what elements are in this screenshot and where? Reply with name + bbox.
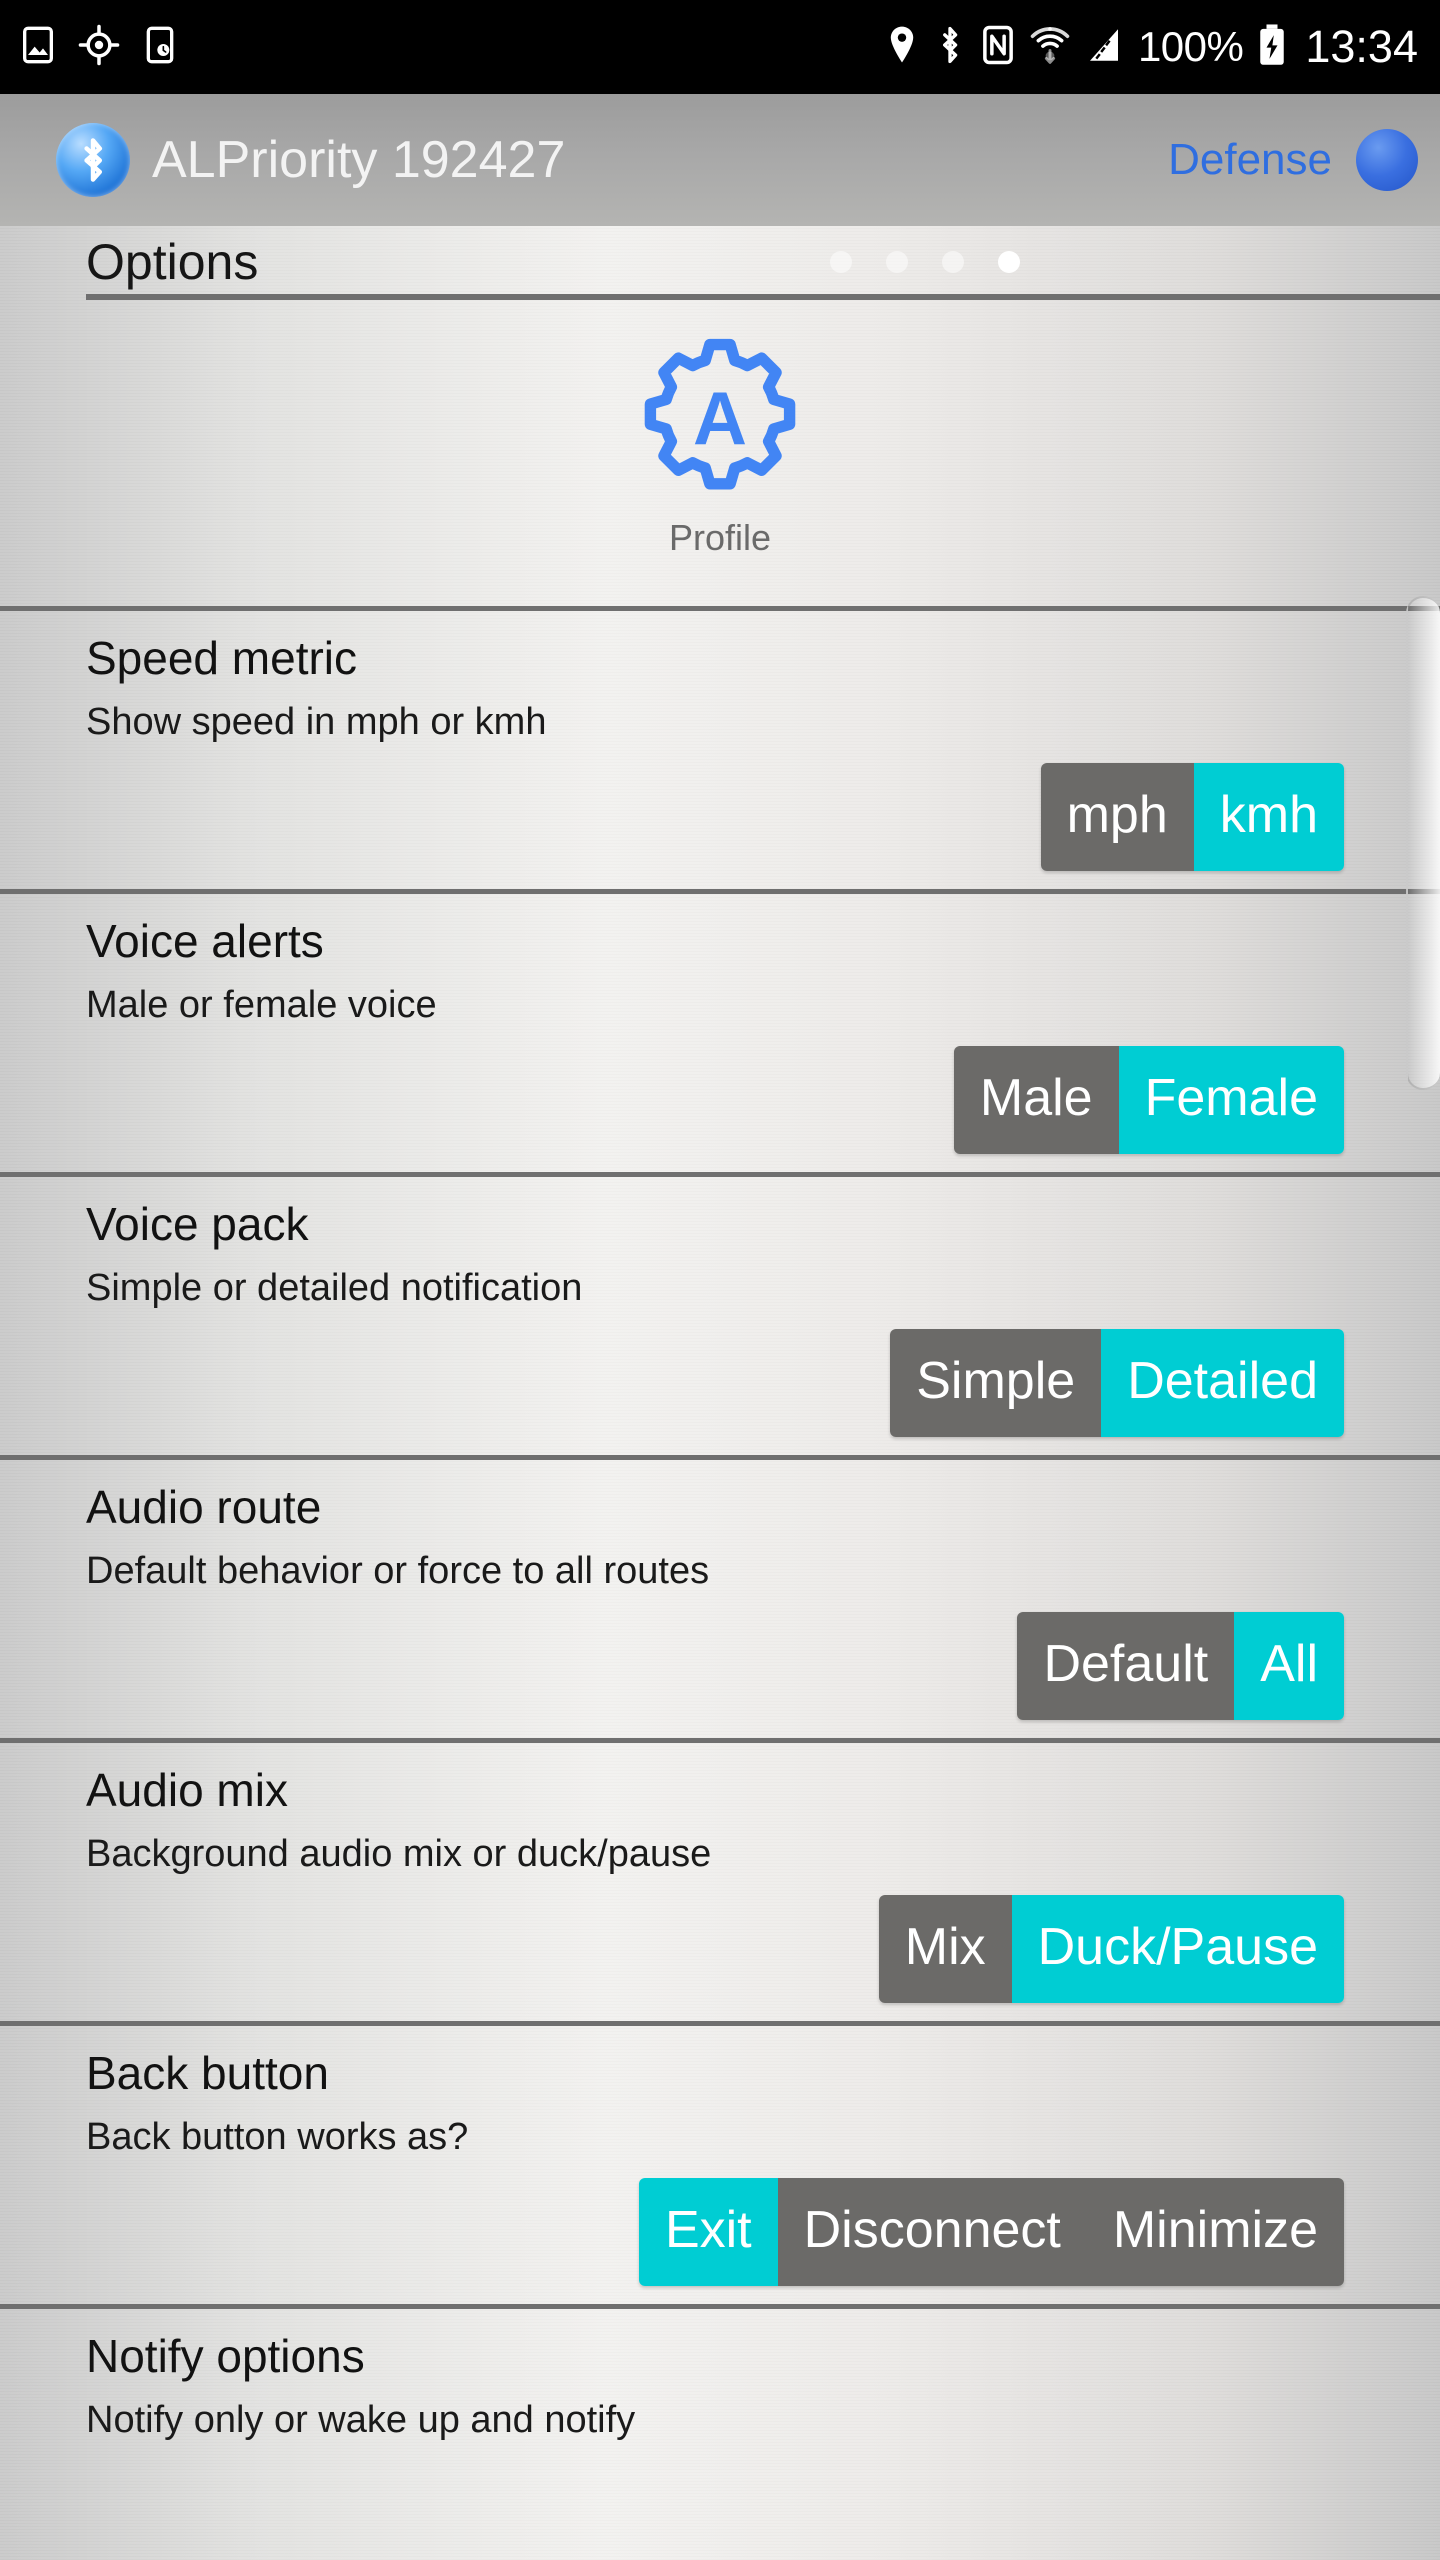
- battery-charging-icon: [1257, 23, 1287, 72]
- segment-option-detailed[interactable]: Detailed: [1101, 1329, 1344, 1437]
- page-title: Options: [86, 234, 259, 290]
- setting-subtitle: Back button works as?: [86, 2116, 469, 2158]
- segment-option-minimize[interactable]: Minimize: [1086, 2178, 1344, 2286]
- bluetooth-icon[interactable]: [56, 123, 130, 197]
- settings-list: Speed metric Show speed in mph or kmh mp…: [0, 606, 1440, 2439]
- setting-title: Audio mix: [86, 1764, 288, 1816]
- vertical-scrollbar[interactable]: [1406, 596, 1440, 1090]
- app-bar-right-group: Defense: [1168, 129, 1418, 191]
- segmented-control-back-button: Exit Disconnect Minimize: [86, 2156, 1440, 2304]
- profile-label: Profile: [668, 517, 772, 558]
- setting-row-voice-alerts: Voice alerts Male or female voice Male F…: [0, 889, 1440, 1172]
- setting-title: Voice alerts: [86, 915, 324, 967]
- gps-crosshair-icon: [78, 24, 120, 71]
- status-bar-clock: 13:34: [1305, 21, 1418, 72]
- segmented-control: Exit Disconnect Minimize: [638, 2178, 1344, 2286]
- connection-status-dot[interactable]: [1356, 129, 1418, 191]
- setting-title: Speed metric: [86, 632, 358, 684]
- nfc-icon: [980, 24, 1016, 71]
- segmented-control: Mix Duck/Pause: [878, 1895, 1344, 2003]
- segment-option-female[interactable]: Female: [1118, 1046, 1344, 1154]
- setting-title: Notify options: [86, 2330, 365, 2382]
- setting-subtitle: Show speed in mph or kmh: [86, 701, 547, 743]
- setting-row-audio-route: Audio route Default behavior or force to…: [0, 1455, 1440, 1738]
- setting-subtitle: Simple or detailed notification: [86, 1267, 583, 1309]
- bluetooth-icon: [934, 24, 966, 71]
- segmented-control: Male Female: [953, 1046, 1344, 1154]
- segment-option-male[interactable]: Male: [953, 1046, 1119, 1154]
- image-icon: [18, 25, 58, 70]
- defense-mode-label[interactable]: Defense: [1168, 135, 1332, 185]
- page-indicator: [830, 251, 1380, 273]
- wifi-icon: [1030, 23, 1070, 72]
- segmented-control-speed-metric: mph kmh: [86, 741, 1440, 889]
- segment-option-mph[interactable]: mph: [1040, 763, 1194, 871]
- setting-subtitle: Male or female voice: [86, 984, 437, 1026]
- location-pin-icon: [884, 24, 920, 71]
- page-header: Options: [0, 226, 1440, 298]
- segmented-control-voice-pack: Simple Detailed: [86, 1307, 1440, 1455]
- setting-row-speed-metric: Speed metric Show speed in mph or kmh mp…: [0, 606, 1440, 889]
- battery-percent-label: 100%: [1137, 23, 1244, 70]
- page-indicator-dot-1[interactable]: [830, 251, 852, 273]
- segmented-control-audio-route: Default All: [86, 1590, 1440, 1738]
- cellular-signal-icon: [1084, 24, 1124, 71]
- svg-text:A: A: [693, 376, 747, 460]
- segmented-control-audio-mix: Mix Duck/Pause: [86, 1873, 1440, 2021]
- setting-row-back-button: Back button Back button works as? Exit D…: [0, 2021, 1440, 2304]
- segment-option-simple[interactable]: Simple: [890, 1329, 1102, 1437]
- segment-option-all[interactable]: All: [1234, 1612, 1344, 1720]
- segmented-control: Default All: [1017, 1612, 1344, 1720]
- page-indicator-dot-2[interactable]: [886, 251, 908, 273]
- setting-title: Voice pack: [86, 1198, 309, 1250]
- phone-screen: 100% 13:34 ALPriority 192427 Defense Opt…: [0, 0, 1440, 2560]
- setting-row-notify-options: Notify options Notify only or wake up an…: [0, 2304, 1440, 2439]
- segmented-control: mph kmh: [1040, 763, 1344, 871]
- header-divider: [86, 294, 1440, 300]
- gear-profile-icon[interactable]: A: [631, 330, 809, 513]
- profile-block[interactable]: A Profile: [0, 330, 1440, 559]
- page-indicator-dot-3[interactable]: [942, 251, 964, 273]
- setting-title: Audio route: [86, 1481, 322, 1533]
- setting-subtitle: Notify only or wake up and notify: [86, 2399, 636, 2441]
- status-bar-left-icons: [18, 24, 180, 71]
- segment-option-disconnect[interactable]: Disconnect: [777, 2178, 1087, 2286]
- setting-row-voice-pack: Voice pack Simple or detailed notificati…: [0, 1172, 1440, 1455]
- setting-subtitle: Default behavior or force to all routes: [86, 1550, 710, 1592]
- setting-row-audio-mix: Audio mix Background audio mix or duck/p…: [0, 1738, 1440, 2021]
- segment-option-exit[interactable]: Exit: [638, 2178, 778, 2286]
- status-bar: 100% 13:34: [0, 0, 1440, 94]
- segmented-control: Simple Detailed: [890, 1329, 1344, 1437]
- segment-option-default[interactable]: Default: [1017, 1612, 1235, 1720]
- app-action-bar: ALPriority 192427 Defense: [0, 94, 1440, 226]
- setting-title: Back button: [86, 2047, 329, 2099]
- segment-option-kmh[interactable]: kmh: [1193, 763, 1344, 871]
- device-clock-icon: [140, 25, 180, 70]
- setting-subtitle: Background audio mix or duck/pause: [86, 1833, 712, 1875]
- segment-option-mix[interactable]: Mix: [878, 1895, 1012, 2003]
- app-title: ALPriority 192427: [152, 131, 566, 189]
- segment-option-duck-pause[interactable]: Duck/Pause: [1011, 1895, 1344, 2003]
- page-indicator-dot-4[interactable]: [998, 251, 1020, 273]
- status-bar-right-icons: 100% 13:34: [884, 21, 1418, 73]
- segmented-control-voice-alerts: Male Female: [86, 1024, 1440, 1172]
